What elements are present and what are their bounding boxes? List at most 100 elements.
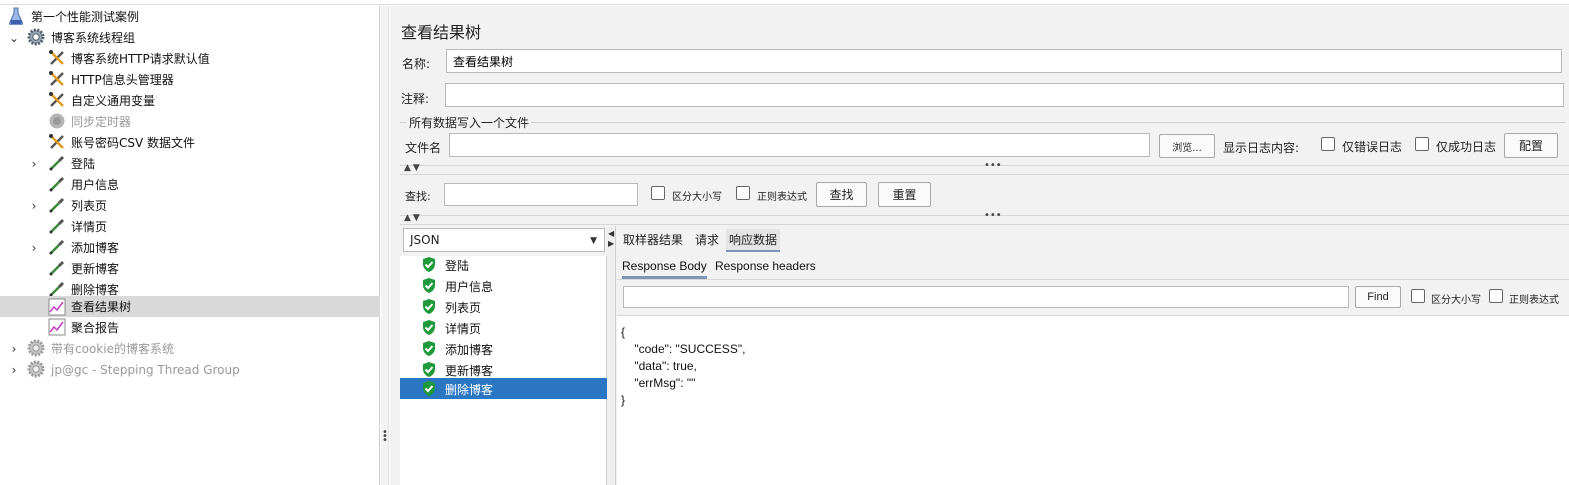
tree-item-label: 列表页 [71,199,108,213]
success-only-checkbox[interactable] [1415,137,1429,151]
list-item-selected[interactable]: 删除博客 [400,378,607,399]
list-item-label: 更新博客 [445,364,494,378]
tree-item-test-plan[interactable]: 第一个性能测试案例 [0,6,380,27]
tree-item-label: 查看结果树 [71,300,132,314]
collapse-left-icon[interactable]: ◀ [608,229,614,238]
tab-response-body[interactable]: Response Body [622,259,707,279]
chevron-down-icon[interactable]: ⌄ [8,31,20,45]
tree-item-label: 账号密码CSV 数据文件 [71,136,196,150]
scissors-wrench-icon [48,70,66,88]
list-item-label: 列表页 [445,301,482,315]
drag-handle-icon[interactable]: ••• [382,428,388,446]
comment-field[interactable] [445,83,1564,107]
tree-item-label: 第一个性能测试案例 [31,10,140,24]
list-item[interactable]: 用户信息 [400,275,607,296]
find-button[interactable]: Find [1355,286,1401,308]
tree-item-user-variables[interactable]: 自定义通用变量 [0,90,380,111]
success-only-label: 仅成功日志 [1436,140,1497,154]
tree-item-view-results-tree[interactable]: 查看结果树 [0,296,380,317]
comment-label: 注释: [401,92,430,106]
filename-field[interactable] [449,133,1150,157]
scissors-wrench-icon [48,133,66,151]
pipette-icon [48,154,66,172]
browse-button[interactable]: 浏览... [1159,134,1215,158]
list-item[interactable]: 添加博客 [400,338,607,359]
main-splitter[interactable]: • • • [381,6,389,485]
tree-item-thread-group[interactable]: ⌄ 博客系统线程组 [0,27,380,48]
tree-item-add-blog[interactable]: › 添加博客 [0,237,380,258]
list-item-label: 删除博客 [445,383,494,397]
sample-results-list[interactable]: 登陆 用户信息 列表页 详情页 添加博客 更新博客 删除博客 [400,256,607,485]
list-item[interactable]: 登陆 [400,254,607,275]
search-case-checkbox[interactable] [651,186,665,200]
response-case-checkbox[interactable] [1411,289,1425,303]
tree-item-header-manager[interactable]: HTTP信息头管理器 [0,69,380,90]
tree-item-list-page[interactable]: › 列表页 [0,195,380,216]
tree-item-label: jp@gc - Stepping Thread Group [51,362,240,377]
collapse-bar[interactable]: ▲▼ ••• [400,210,1569,225]
pipette-icon [48,196,66,214]
test-plan-tree[interactable]: 第一个性能测试案例 ⌄ 博客系统线程组 博客系统HTTP请求默认值 HTTP信息… [0,6,380,485]
search-button[interactable]: 查找 [816,182,867,207]
list-item[interactable]: 详情页 [400,317,607,338]
filename-label: 文件名 [405,141,442,155]
collapse-bar[interactable]: ▲▼ ••• [400,160,1569,175]
tree-item-user-info[interactable]: 用户信息 [0,174,380,195]
search-regex-checkbox[interactable] [736,186,750,200]
tab-response-headers[interactable]: Response headers [715,259,816,273]
search-regex-label: 正则表达式 [757,192,807,203]
response-case-label: 区分大小写 [1431,295,1481,306]
success-shield-icon [423,257,435,272]
list-item-label: 添加博客 [445,343,494,357]
configure-button[interactable]: 配置 [1504,133,1558,158]
tree-item-label: 用户信息 [71,178,120,192]
search-label: 查找: [405,190,431,203]
tree-item-sync-timer[interactable]: 同步定时器 [0,111,380,132]
chevron-right-icon[interactable]: › [8,363,20,377]
tree-item-label: 登陆 [71,157,96,171]
tree-item-cookie-blog-system[interactable]: › 带有cookie的博客系统 [0,338,380,359]
errors-only-label: 仅错误日志 [1342,140,1403,154]
response-subtabs: Response Body Response headers [617,254,1569,280]
tab-request[interactable]: 请求 [695,231,719,248]
collapse-arrows-icon[interactable]: ▲▼ [404,213,422,223]
tree-item-aggregate-report[interactable]: 聚合报告 [0,317,380,338]
collapse-arrows-icon[interactable]: ▲▼ [404,163,422,173]
search-input[interactable] [444,183,638,206]
response-regex-checkbox[interactable] [1489,289,1503,303]
list-item[interactable]: 列表页 [400,296,607,317]
pipette-icon [48,175,66,193]
chart-line-icon [48,318,66,336]
chevron-right-icon[interactable]: › [28,199,40,213]
response-body-text[interactable]: { "code": "SUCCESS", "data": true, "errM… [617,315,1569,485]
timer-icon [48,112,66,130]
tree-item-stepping-thread-group[interactable]: › jp@gc - Stepping Thread Group [0,359,380,380]
gear-icon [27,339,45,357]
drag-handle-icon[interactable]: ••• [984,160,1002,171]
success-shield-icon [423,299,435,314]
flask-icon [7,7,25,25]
tree-item-csv-data[interactable]: 账号密码CSV 数据文件 [0,132,380,153]
chevron-right-icon[interactable]: › [8,342,20,356]
file-group-border [400,122,1565,123]
tree-item-label: 同步定时器 [71,115,132,129]
drag-handle-icon[interactable]: ••• [984,210,1002,221]
tree-item-update-blog[interactable]: 更新博客 [0,258,380,279]
chevron-right-icon[interactable]: › [28,241,40,255]
name-field[interactable] [446,49,1562,73]
pipette-icon [48,238,66,256]
tree-item-login[interactable]: › 登陆 [0,153,380,174]
tree-item-http-defaults[interactable]: 博客系统HTTP请求默认值 [0,48,380,69]
search-case-label: 区分大小写 [672,192,722,203]
reset-button[interactable]: 重置 [878,182,931,207]
list-item[interactable]: 更新博客 [400,359,607,380]
results-splitter[interactable]: ◀ ▶ [607,226,616,485]
tab-response-data[interactable]: 响应数据 [726,229,781,252]
response-search-input[interactable] [623,286,1349,308]
errors-only-checkbox[interactable] [1321,137,1335,151]
tab-sampler-result[interactable]: 取样器结果 [623,231,683,248]
collapse-right-icon[interactable]: ▶ [608,239,614,248]
chevron-right-icon[interactable]: › [28,157,40,171]
tree-item-detail-page[interactable]: 详情页 [0,216,380,237]
renderer-select[interactable]: JSON ▼ [403,228,605,252]
